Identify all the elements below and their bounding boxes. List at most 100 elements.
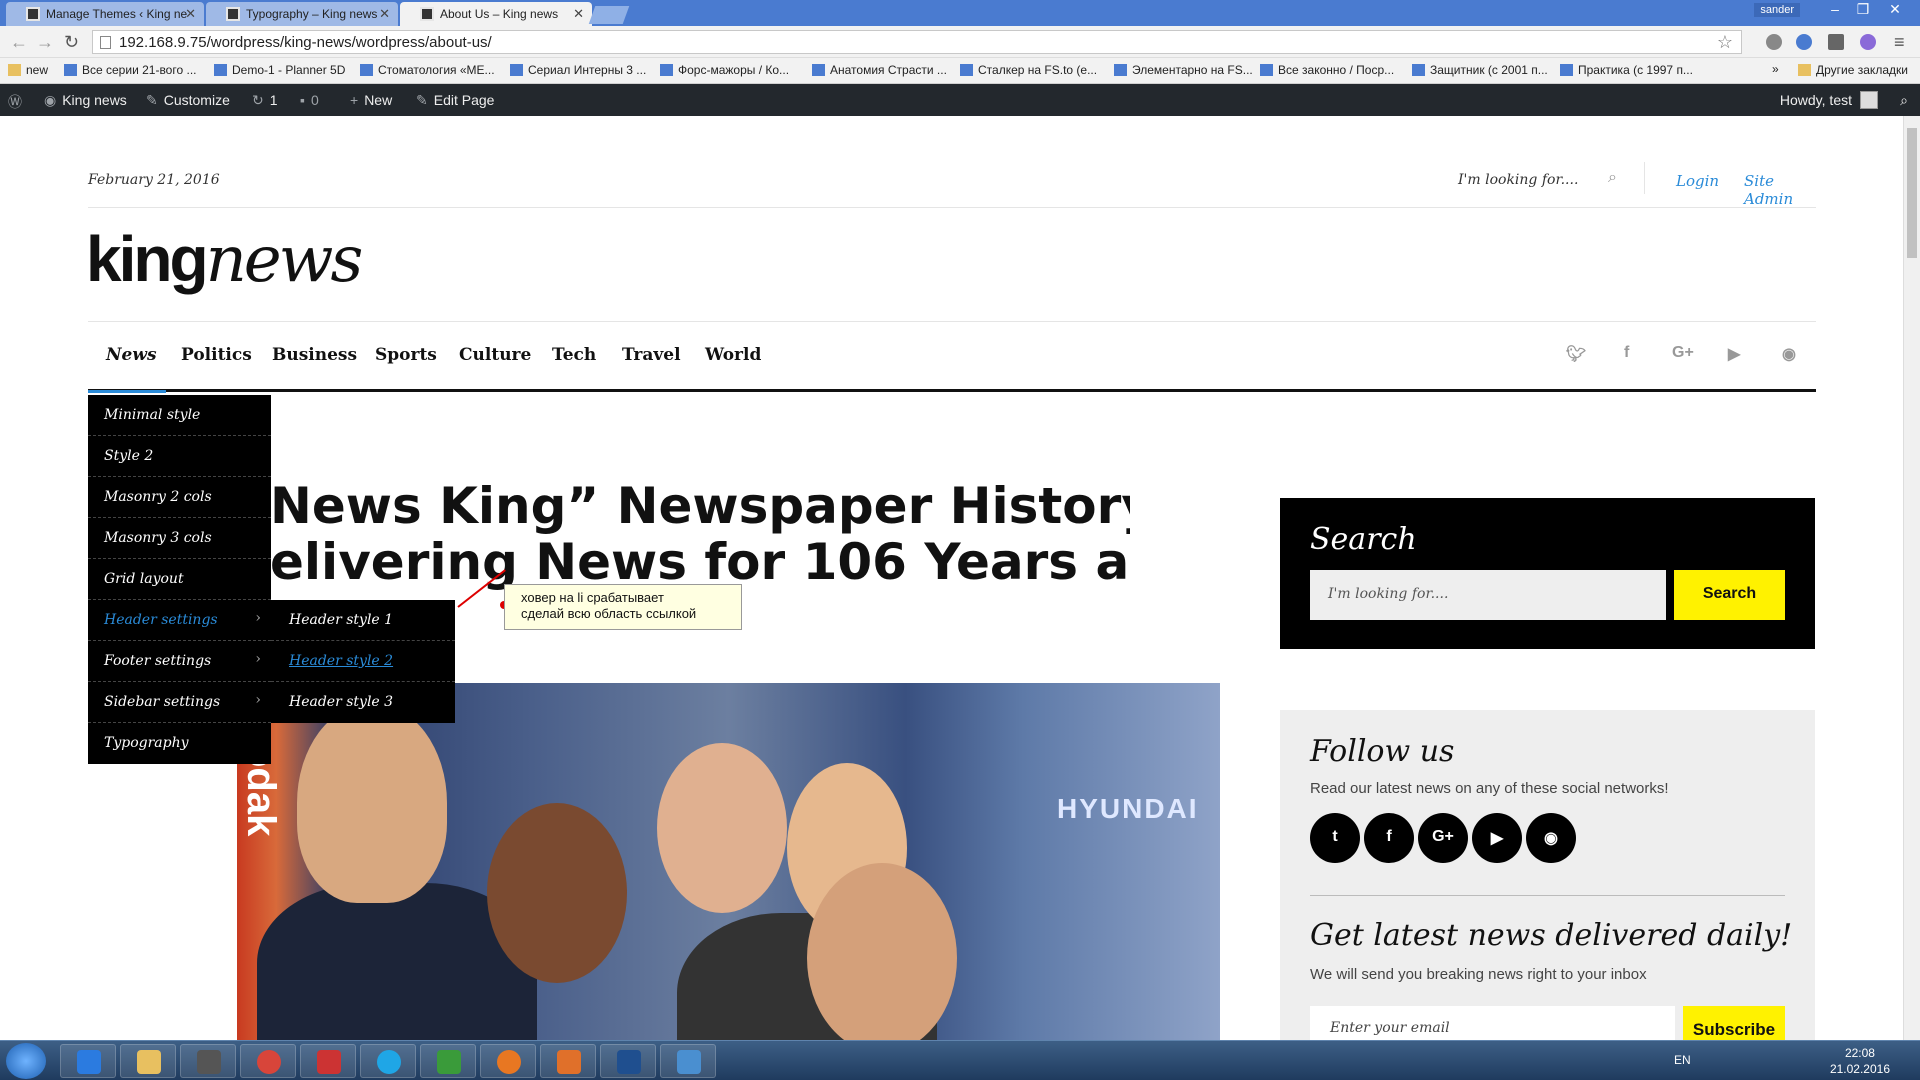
dropdown-item-style-2[interactable]: Style 2 — [88, 436, 271, 477]
bookmarks-overflow-chevron[interactable]: » — [1772, 62, 1779, 76]
bookmark-item[interactable]: Demo-1 - Planner 5D — [214, 63, 345, 77]
nav-item-culture[interactable]: Culture — [459, 345, 531, 365]
taskbar-app[interactable] — [540, 1044, 596, 1078]
taskbar-app[interactable] — [420, 1044, 476, 1078]
bookmark-item[interactable]: Стоматология «МЕ... — [360, 63, 495, 77]
taskbar-app[interactable] — [660, 1044, 716, 1078]
nav-item-world[interactable]: World — [705, 345, 761, 365]
minimize-button[interactable]: – — [1822, 1, 1848, 17]
twitter-icon[interactable]: 🐦︎ — [1566, 344, 1586, 364]
wordpress-logo-icon[interactable]: Ⓦ — [8, 92, 28, 112]
taskbar-app[interactable] — [180, 1044, 236, 1078]
sidebar-search-button[interactable]: Search — [1674, 570, 1785, 620]
submenu-item-header-style-3[interactable]: Header style 3 — [271, 682, 455, 723]
browser-tab[interactable]: Manage Themes ‹ King ne ✕ — [6, 2, 204, 26]
dropdown-item-minimal-style[interactable]: Minimal style — [88, 395, 271, 436]
submenu-item-header-style-1[interactable]: Header style 1 — [271, 600, 455, 641]
rss-icon[interactable]: ◉ — [1526, 813, 1576, 863]
nav-item-business[interactable]: Business — [272, 345, 357, 365]
tab-favicon — [226, 7, 240, 21]
nav-item-tech[interactable]: Tech — [552, 345, 596, 365]
admin-bar-edit-label: Edit Page — [433, 92, 495, 108]
other-bookmarks-folder[interactable]: Другие закладки — [1798, 63, 1908, 77]
nav-item-politics[interactable]: Politics — [181, 345, 252, 365]
google-plus-icon[interactable]: G+ — [1418, 813, 1468, 863]
admin-bar-howdy[interactable]: Howdy, test — [1780, 92, 1852, 108]
dropdown-item-footer-settings[interactable]: Footer settings › — [88, 641, 271, 682]
bookmark-item[interactable]: Защитник (с 2001 п... — [1412, 63, 1548, 77]
admin-bar-new[interactable]: + New — [350, 92, 392, 108]
browser-tab[interactable]: Typography – King news ✕ — [206, 2, 398, 26]
plus-icon: + — [350, 92, 359, 108]
bookmark-item[interactable]: Сериал Интерны 3 ... — [510, 63, 646, 77]
taskbar-app-firefox[interactable] — [480, 1044, 536, 1078]
extension-icon[interactable] — [1796, 34, 1812, 50]
admin-bar-customize[interactable]: ✎ Customize — [146, 92, 230, 109]
twitter-icon[interactable]: t — [1310, 813, 1360, 863]
maximize-button[interactable]: ❐ — [1850, 1, 1876, 18]
rss-icon[interactable]: ◉ — [1782, 344, 1796, 364]
mail-icon[interactable] — [1828, 34, 1844, 50]
forward-arrow-icon[interactable]: → — [36, 32, 54, 53]
taskbar-app-skype[interactable] — [360, 1044, 416, 1078]
dropdown-item-header-settings[interactable]: Header settings › — [88, 600, 271, 641]
tab-close-icon[interactable]: ✕ — [573, 6, 584, 22]
admin-bar-site[interactable]: ◉ King news — [44, 92, 127, 109]
start-button[interactable] — [6, 1043, 46, 1079]
dropdown-item-grid-layout[interactable]: Grid layout — [88, 559, 271, 600]
adblock-icon[interactable] — [1766, 34, 1782, 50]
nav-item-news[interactable]: News — [106, 345, 157, 365]
taskbar-app-chrome[interactable] — [240, 1044, 296, 1078]
youtube-icon[interactable]: ▶ — [1472, 813, 1522, 863]
dropdown-item-typography[interactable]: Typography — [88, 723, 271, 764]
admin-search-icon[interactable]: ⌕ — [1900, 92, 1908, 109]
bookmark-item[interactable]: Форс-мажоры / Ко... — [660, 63, 789, 77]
tab-close-icon[interactable]: ✕ — [185, 6, 196, 22]
tab-label: About Us – King news — [440, 7, 559, 21]
bookmark-star-icon[interactable]: ☆ — [1717, 32, 1733, 53]
close-window-button[interactable]: ✕ — [1882, 1, 1908, 18]
nav-item-travel[interactable]: Travel — [622, 345, 681, 365]
page-scrollbar[interactable] — [1903, 116, 1920, 1040]
address-bar[interactable]: 192.168.9.75/wordpress/king-news/wordpre… — [92, 30, 1742, 54]
admin-bar-comments[interactable]: ▪ 0 — [300, 92, 319, 108]
bookmark-item[interactable]: Сталкер на FS.to (е... — [960, 63, 1097, 77]
taskbar-app-photoshop[interactable] — [600, 1044, 656, 1078]
taskbar-app-ie[interactable] — [60, 1044, 116, 1078]
bookmark-item[interactable]: Анатомия Страсти ... — [812, 63, 947, 77]
login-link[interactable]: Login — [1676, 172, 1719, 190]
nav-item-sports[interactable]: Sports — [375, 345, 437, 365]
header-search-input[interactable]: I'm looking for.... — [1458, 172, 1578, 188]
pen-icon[interactable] — [1860, 34, 1876, 50]
bookmark-item[interactable]: Все серии 21-вого ... — [64, 63, 196, 77]
bookmark-item[interactable]: new — [8, 63, 48, 77]
google-plus-icon[interactable]: G+ — [1672, 344, 1694, 362]
admin-bar-updates[interactable]: ↻ 1 — [252, 92, 278, 109]
taskbar-app[interactable] — [300, 1044, 356, 1078]
avatar[interactable] — [1860, 91, 1878, 109]
language-indicator[interactable]: EN — [1674, 1053, 1691, 1067]
facebook-icon[interactable]: f — [1364, 813, 1414, 863]
taskbar-app-explorer[interactable] — [120, 1044, 176, 1078]
bookmark-item[interactable]: Все законно / Поср... — [1260, 63, 1394, 77]
browser-tab-active[interactable]: About Us – King news ✕ — [400, 2, 592, 26]
dropdown-item-masonry-3[interactable]: Masonry 3 cols — [88, 518, 271, 559]
bookmark-item[interactable]: Практика (с 1997 п... — [1560, 63, 1693, 77]
search-icon[interactable]: ⌕ — [1608, 169, 1617, 187]
admin-bar-edit-page[interactable]: ✎ Edit Page — [416, 92, 494, 109]
reload-icon[interactable]: ↻ — [64, 32, 79, 53]
dropdown-item-sidebar-settings[interactable]: Sidebar settings › — [88, 682, 271, 723]
tab-close-icon[interactable]: ✕ — [379, 6, 390, 22]
dropdown-item-masonry-2[interactable]: Masonry 2 cols — [88, 477, 271, 518]
bookmark-item[interactable]: Элементарно на FS... — [1114, 63, 1253, 77]
site-admin-link[interactable]: Site Admin — [1744, 172, 1816, 208]
menu-icon[interactable]: ≡ — [1894, 32, 1905, 53]
facebook-icon[interactable]: f — [1624, 344, 1629, 362]
sidebar-search-input[interactable]: I'm looking for.... — [1310, 570, 1666, 620]
clock[interactable]: 22:08 21.02.2016 — [1830, 1045, 1890, 1077]
new-tab-button[interactable] — [588, 6, 630, 24]
scrollbar-thumb[interactable] — [1907, 128, 1917, 258]
back-arrow-icon[interactable]: ← — [10, 32, 28, 53]
youtube-icon[interactable]: ▶ — [1728, 344, 1740, 364]
site-logo[interactable]: kingnews — [86, 222, 363, 297]
